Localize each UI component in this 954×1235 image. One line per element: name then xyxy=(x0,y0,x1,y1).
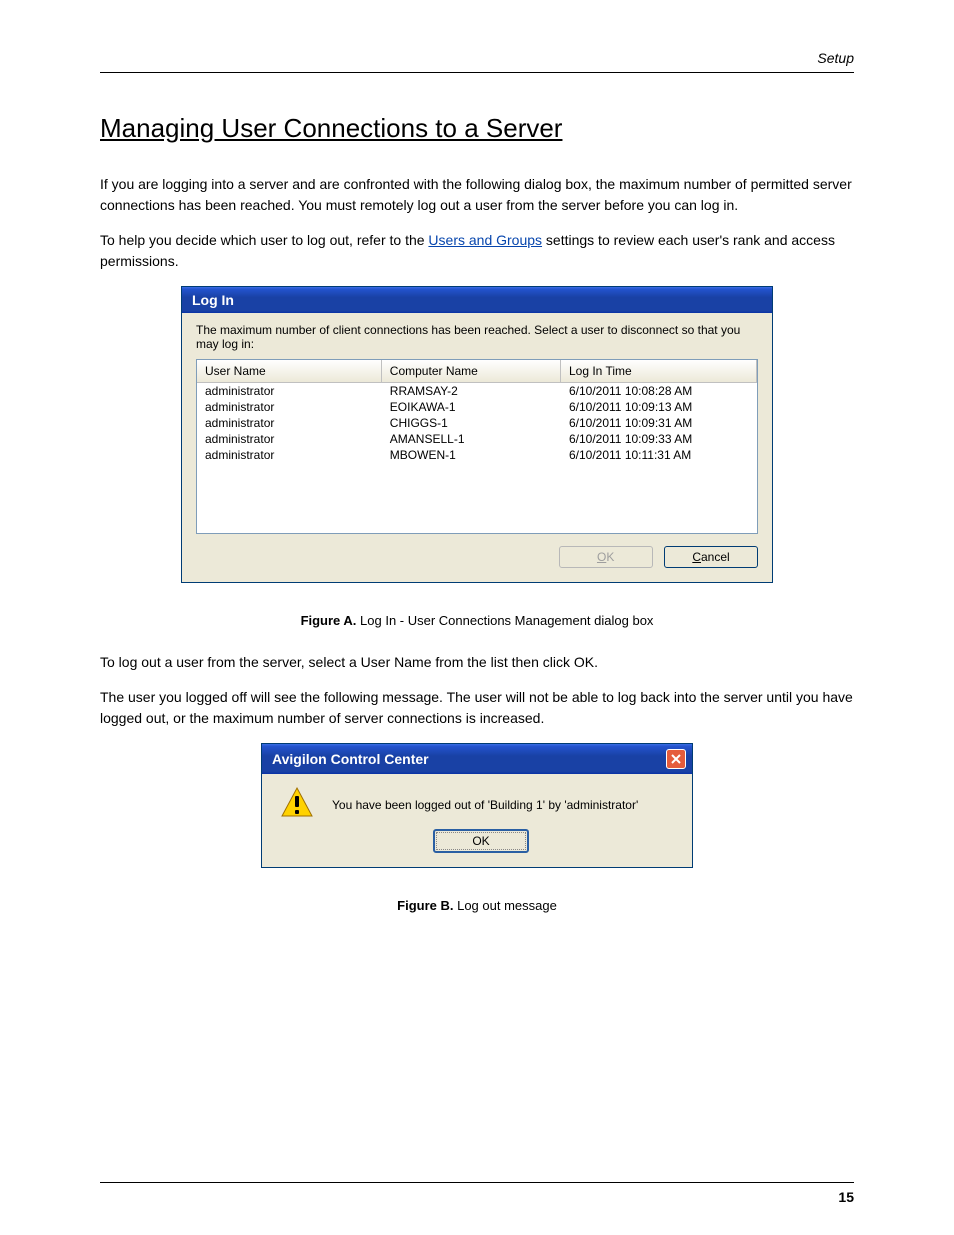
figure-b-caption: Figure B. Log out message xyxy=(100,898,854,913)
logout-dialog-titlebar: Avigilon Control Center xyxy=(262,744,692,774)
ok-button[interactable]: OK xyxy=(433,829,529,853)
page-header: Setup xyxy=(100,50,854,73)
paragraph-2: To help you decide which user to log out… xyxy=(100,230,854,272)
table-row[interactable]: administrator MBOWEN-1 6/10/2011 10:11:3… xyxy=(197,447,757,463)
logout-message-dialog: Avigilon Control Center You have been lo… xyxy=(261,743,693,868)
paragraph-1: If you are logging into a server and are… xyxy=(100,174,854,216)
figure-b-label: Figure B. xyxy=(397,898,453,913)
users-groups-link[interactable]: Users and Groups xyxy=(428,232,542,248)
cell-username: administrator xyxy=(197,383,382,399)
cell-username: administrator xyxy=(197,447,382,463)
warning-icon xyxy=(280,786,314,823)
cell-username: administrator xyxy=(197,399,382,415)
page-number: 15 xyxy=(838,1189,854,1205)
figure-a-text: Log In - User Connections Management dia… xyxy=(356,613,653,628)
logout-dialog-message: You have been logged out of 'Building 1'… xyxy=(332,798,638,812)
cancel-button[interactable]: Cancel xyxy=(664,546,758,568)
user-listview[interactable]: User Name Computer Name Log In Time admi… xyxy=(196,359,758,534)
cell-computer: AMANSELL-1 xyxy=(382,431,561,447)
cell-logintime: 6/10/2011 10:11:31 AM xyxy=(561,447,757,463)
section-title: Managing User Connections to a Server xyxy=(100,113,854,144)
cell-computer: EOIKAWA-1 xyxy=(382,399,561,415)
table-row[interactable]: administrator RRAMSAY-2 6/10/2011 10:08:… xyxy=(197,383,757,399)
cell-logintime: 6/10/2011 10:09:13 AM xyxy=(561,399,757,415)
logout-dialog-title: Avigilon Control Center xyxy=(272,751,429,767)
header-section-label: Setup xyxy=(817,50,854,66)
paragraph-3: To log out a user from the server, selec… xyxy=(100,652,854,673)
table-row[interactable]: administrator CHIGGS-1 6/10/2011 10:09:3… xyxy=(197,415,757,431)
login-dialog-message: The maximum number of client connections… xyxy=(196,323,758,351)
col-header-computer[interactable]: Computer Name xyxy=(382,360,561,382)
cell-computer: RRAMSAY-2 xyxy=(382,383,561,399)
cell-computer: CHIGGS-1 xyxy=(382,415,561,431)
login-dialog-titlebar: Log In xyxy=(182,287,772,313)
figure-b-text: Log out message xyxy=(453,898,556,913)
cell-username: administrator xyxy=(197,431,382,447)
cell-logintime: 6/10/2011 10:09:33 AM xyxy=(561,431,757,447)
figure-a-caption: Figure A. Log In - User Connections Mana… xyxy=(100,613,854,628)
listview-header: User Name Computer Name Log In Time xyxy=(197,360,757,383)
page-footer: 15 xyxy=(100,1182,854,1205)
close-icon[interactable] xyxy=(666,749,686,769)
cell-computer: MBOWEN-1 xyxy=(382,447,561,463)
ok-button: OK xyxy=(559,546,653,568)
paragraph-4: The user you logged off will see the fol… xyxy=(100,687,854,729)
col-header-logintime[interactable]: Log In Time xyxy=(561,360,757,382)
paragraph-2a: To help you decide which user to log out… xyxy=(100,232,428,248)
login-dialog: Log In The maximum number of client conn… xyxy=(181,286,773,583)
cell-username: administrator xyxy=(197,415,382,431)
cell-logintime: 6/10/2011 10:09:31 AM xyxy=(561,415,757,431)
login-dialog-title: Log In xyxy=(192,292,234,308)
table-row[interactable]: administrator AMANSELL-1 6/10/2011 10:09… xyxy=(197,431,757,447)
figure-a-label: Figure A. xyxy=(301,613,357,628)
table-row[interactable]: administrator EOIKAWA-1 6/10/2011 10:09:… xyxy=(197,399,757,415)
cell-logintime: 6/10/2011 10:08:28 AM xyxy=(561,383,757,399)
col-header-username[interactable]: User Name xyxy=(197,360,382,382)
